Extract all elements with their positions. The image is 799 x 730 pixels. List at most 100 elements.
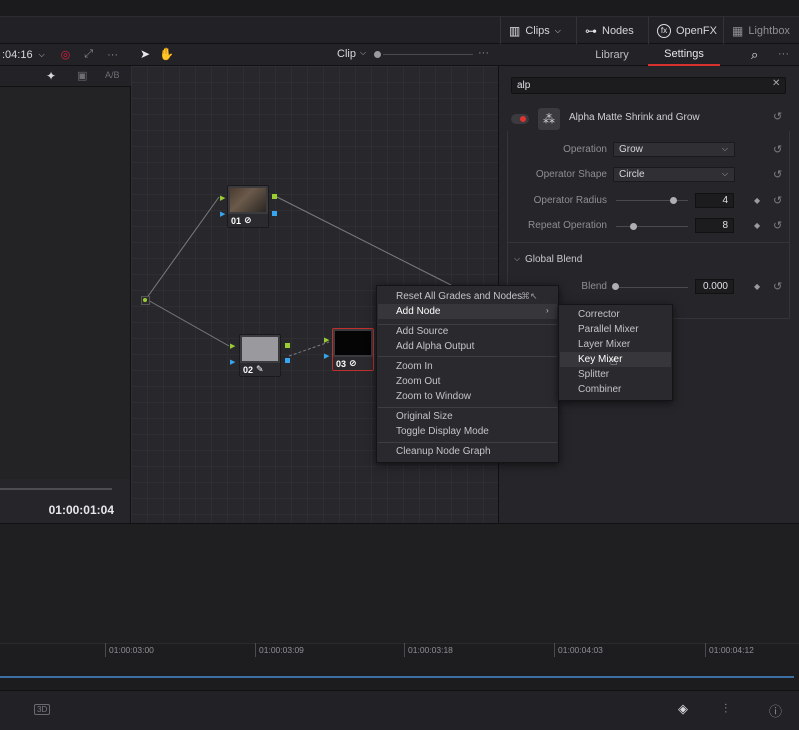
node-02-output-pin[interactable] (285, 343, 290, 348)
repeat-operation-slider[interactable] (616, 226, 688, 227)
effect-header[interactable]: ⁂ Alpha Matte Shrink and Grow ↺ (507, 107, 790, 131)
operator-shape-dropdown[interactable]: Circle ⌵ (613, 167, 735, 182)
viewer-scrub-bar[interactable] (0, 488, 112, 490)
viewer-timecode-top: :04:16 (2, 48, 33, 61)
menu-item-zoom-in[interactable]: Zoom In (396, 361, 433, 372)
fx-icon: fx (657, 23, 671, 38)
info-icon[interactable]: ⓘ (769, 701, 782, 720)
reset-icon[interactable]: ↺ (773, 280, 782, 293)
global-blend-title[interactable]: Global Blend (525, 254, 582, 265)
node-02[interactable]: 02 ✎ (239, 334, 281, 377)
zoom-slider-track[interactable] (383, 54, 473, 55)
menu-item-add-source[interactable]: Add Source (396, 326, 448, 337)
node-03-alpha-input[interactable]: ▶ (324, 352, 329, 360)
top-toolbar: ▥ Clips ⌵ ⊶ Nodes fx OpenFX ▦ Lightbox (0, 0, 799, 44)
keyframes-icon[interactable]: ◈ (678, 701, 688, 717)
operator-radius-knob[interactable] (670, 197, 677, 204)
tab-settings[interactable]: Settings (648, 44, 720, 66)
menu-item-add-alpha-output[interactable]: Add Alpha Output (396, 341, 474, 352)
submenu-item-splitter[interactable]: Splitter (578, 369, 609, 380)
repeat-operation-input[interactable]: 8 (695, 218, 734, 233)
submenu-item-combiner[interactable]: Combiner (578, 384, 621, 395)
node-01[interactable]: 01 ⊘ (227, 185, 269, 228)
menu-item-zoom-to-window[interactable]: Zoom to Window (396, 391, 471, 402)
node-graph-toolbar: ➤ ✋ Clip ⌵ ··· (131, 44, 499, 66)
sparkle-icon[interactable]: ✦ (46, 69, 56, 83)
lightbox-icon: ▦ (732, 23, 744, 38)
node-01-alpha-input[interactable]: ▶ (220, 210, 225, 218)
search-input[interactable] (511, 77, 786, 94)
nodes-button[interactable]: ⊶ Nodes (576, 17, 642, 44)
reset-icon[interactable]: ↺ (773, 110, 782, 123)
submenu-item-parallel-mixer[interactable]: Parallel Mixer (578, 324, 639, 335)
chevron-down-icon[interactable]: ⌵ (39, 50, 45, 60)
mouse-cursor-icon: ☝ (610, 354, 618, 368)
reset-icon[interactable]: ↺ (773, 168, 782, 181)
blend-input[interactable]: 0.000 (695, 279, 734, 294)
viewer-transport: 01:00:01:04 (0, 479, 131, 523)
node-01-input-arrow[interactable]: ▶ (220, 194, 225, 202)
menu-item-cleanup-node-graph[interactable]: Cleanup Node Graph (396, 446, 491, 457)
camera-icon[interactable]: ▣ (77, 69, 87, 82)
blend-knob[interactable] (612, 283, 619, 290)
operator-radius-input[interactable]: 4 (695, 193, 734, 208)
submenu-item-layer-mixer[interactable]: Layer Mixer (578, 339, 630, 350)
pointer-icon[interactable]: ➤ (140, 47, 150, 61)
menu-item-toggle-display-mode[interactable]: Toggle Display Mode (396, 426, 489, 437)
node-label: 03 ⊘ (333, 357, 373, 370)
menu-item-add-node[interactable]: Add Node (378, 304, 557, 319)
timeline-tick: 01:00:04:03 (554, 643, 603, 657)
clear-search-icon[interactable]: ✕ (772, 78, 780, 89)
node-01-output-pin[interactable] (272, 194, 277, 199)
timeline-tick: 01:00:03:18 (404, 643, 453, 657)
zoom-slider-knob[interactable] (374, 51, 381, 58)
chevron-down-icon[interactable]: ⌵ (360, 48, 366, 58)
node-02-alpha-input[interactable]: ▶ (230, 358, 235, 366)
scopes-icon[interactable]: ⫶ (724, 701, 727, 717)
reset-icon[interactable]: ↺ (773, 143, 782, 156)
lightbox-button[interactable]: ▦ Lightbox (723, 17, 799, 44)
menu-item-reset-all[interactable]: Reset All Grades and Nodes (396, 291, 522, 302)
effect-toggle-dot (520, 116, 526, 122)
chevron-down-icon[interactable]: ⌵ (514, 254, 520, 264)
menu-item-original-size[interactable]: Original Size (396, 411, 453, 422)
node-thumbnail (242, 337, 278, 361)
repeat-operation-knob[interactable] (630, 223, 637, 230)
timeline-tick: 01:00:03:09 (255, 643, 304, 657)
fullscreen-icon[interactable]: ⤢ (84, 48, 93, 61)
node-mode-select[interactable]: Clip (337, 48, 356, 60)
reset-icon[interactable]: ↺ (773, 194, 782, 207)
add-node-submenu: Corrector Parallel Mixer Layer Mixer Key… (558, 304, 673, 401)
color-wheel-icon[interactable]: ◎ (61, 48, 71, 61)
reset-icon[interactable]: ↺ (773, 219, 782, 232)
3d-icon[interactable]: 3D (34, 704, 51, 715)
search-icon[interactable]: ⌕ (751, 47, 758, 63)
clips-button[interactable]: ▥ Clips ⌵ (500, 17, 569, 44)
menu-shortcut: ⌘↖ (521, 291, 538, 301)
operator-radius-slider[interactable] (616, 200, 688, 201)
node-03[interactable]: 03 ⊘ (332, 328, 374, 371)
operation-dropdown[interactable]: Grow ⌵ (613, 142, 735, 157)
viewer-subtoolbar: ✦ ▣ A/B (0, 66, 131, 87)
hand-icon[interactable]: ✋ (159, 47, 174, 61)
chevron-right-icon: › (546, 306, 549, 315)
ab-compare-label[interactable]: A/B (105, 70, 120, 80)
submenu-item-corrector[interactable]: Corrector (578, 309, 620, 320)
more-options-icon[interactable]: ··· (778, 48, 789, 60)
context-menu: Reset All Grades and Nodes ⌘↖ Add Node ›… (376, 285, 559, 463)
timeline-track-bar[interactable] (0, 676, 794, 678)
node-02-alpha-pin[interactable] (285, 358, 290, 363)
menu-item-zoom-out[interactable]: Zoom Out (396, 376, 440, 387)
keyframe-icon[interactable]: ◆ (754, 282, 760, 291)
keyframe-icon[interactable]: ◆ (754, 196, 760, 205)
node-02-input-arrow[interactable]: ▶ (230, 342, 235, 350)
more-options-icon[interactable]: ··· (107, 49, 118, 61)
node-01-alpha-pin[interactable] (272, 211, 277, 216)
node-03-input-arrow[interactable]: ▶ (324, 336, 329, 344)
more-options-icon[interactable]: ··· (478, 47, 489, 59)
openfx-button[interactable]: fx OpenFX (648, 17, 725, 44)
tab-library[interactable]: Library (577, 44, 647, 66)
keyframe-icon[interactable]: ◆ (754, 221, 760, 230)
operator-shape-label: Operator Shape (535, 169, 607, 180)
blend-slider[interactable] (616, 287, 688, 288)
